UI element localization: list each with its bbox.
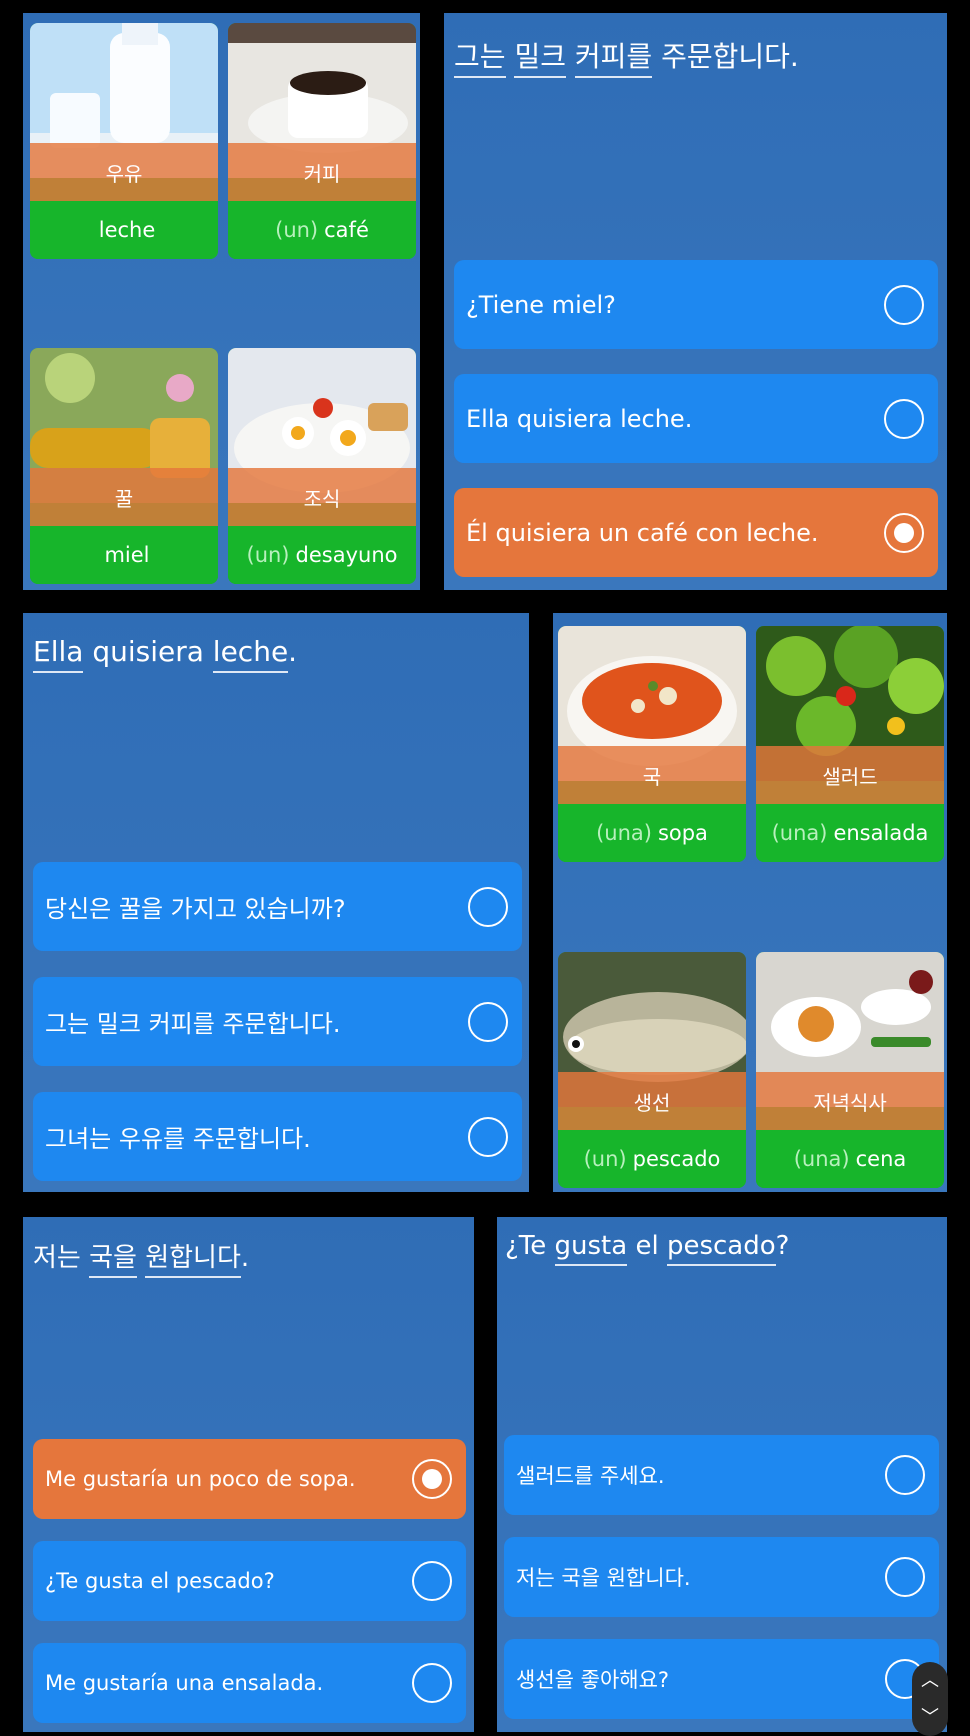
chevron-down-icon[interactable]: ﹀ [921, 1708, 939, 1727]
radio-button[interactable] [885, 1455, 925, 1495]
answer-option[interactable]: 샐러드를 주세요. [504, 1435, 939, 1515]
vocab-card-milk[interactable]: 우유 leche [30, 23, 218, 259]
answer-option-label: ¿Te gusta el pescado? [45, 1569, 275, 1593]
sentence-word[interactable]: 커피를 [574, 40, 653, 78]
radio-button[interactable] [468, 1116, 508, 1157]
quiz-panel-fish: ¿Te gusta el pescado? 샐러드를 주세요. 저는 국을 원합… [497, 1217, 947, 1732]
answer-option-label: Me gustaría un poco de sopa. [45, 1467, 356, 1491]
korean-word: 생선 [558, 1072, 746, 1130]
answer-option-label: Ella quisiera leche. [466, 404, 693, 433]
sentence-word: . [240, 1243, 250, 1273]
radio-button-checked[interactable] [412, 1459, 452, 1499]
spanish-word: leche [30, 201, 218, 259]
vocab-card-breakfast[interactable]: 조식 (un) desayuno [228, 348, 416, 584]
vocab-card-soup[interactable]: 국 (una) sopa [558, 626, 746, 862]
spanish-word: (una) ensalada [756, 804, 944, 862]
sentence-word[interactable]: 원합니다 [145, 1243, 241, 1278]
sentence-word[interactable]: leche [212, 635, 289, 673]
answer-option[interactable]: 그녀는 우유를 주문합니다. [33, 1092, 522, 1181]
answer-option[interactable]: 생선을 좋아해요? [504, 1639, 939, 1719]
vocab-card-fish[interactable]: 생선 (un) pescado [558, 952, 746, 1188]
answer-option[interactable]: ¿Tiene miel? [454, 260, 938, 349]
prompt-sentence: ¿Te gusta el pescado? [505, 1231, 790, 1266]
answer-option[interactable]: 저는 국을 원합니다. [504, 1537, 939, 1617]
radio-button[interactable] [468, 886, 508, 927]
answer-option-label: 저는 국을 원합니다. [516, 1566, 691, 1590]
korean-word: 커피 [228, 143, 416, 201]
sentence-word: ¿Te [505, 1231, 547, 1261]
sentence-word: ? [775, 1231, 790, 1261]
answer-option-label: 생선을 좋아해요? [516, 1668, 670, 1692]
chevron-up-icon[interactable]: ︿ [921, 1671, 939, 1690]
korean-word: 샐러드 [756, 746, 944, 804]
answer-option[interactable]: 당신은 꿀을 가지고 있습니까? [33, 862, 522, 951]
radio-button[interactable] [885, 1557, 925, 1597]
spanish-word: miel [30, 526, 218, 584]
prompt-sentence: Ella quisiera leche. [33, 635, 298, 673]
sentence-word: . [288, 635, 298, 668]
answer-option-label: ¿Tiene miel? [466, 290, 616, 319]
quiz-panel-soup: 저는 국을 원합니다. Me gustaría un poco de sopa.… [23, 1217, 474, 1732]
spanish-word: (un) desayuno [228, 526, 416, 584]
radio-button[interactable] [468, 1001, 508, 1042]
sentence-word[interactable]: 그는 [454, 40, 506, 78]
spanish-word: (un) pescado [558, 1130, 746, 1188]
answer-option-selected[interactable]: Me gustaría un poco de sopa. [33, 1439, 466, 1519]
korean-word: 저녁식사 [756, 1072, 944, 1130]
korean-word: 우유 [30, 143, 218, 201]
answer-option-label: Él quisiera un café con leche. [466, 518, 819, 547]
answer-option[interactable]: 그는 밀크 커피를 주문합니다. [33, 977, 522, 1066]
answer-option[interactable]: ¿Te gusta el pescado? [33, 1541, 466, 1621]
korean-word: 조식 [228, 468, 416, 526]
answer-option[interactable]: Me gustaría una ensalada. [33, 1643, 466, 1723]
vocab-panel-food: 국 (una) sopa 샐러드 (una) ensalada 생선 (un) pes… [553, 613, 947, 1192]
korean-word: 꿀 [30, 468, 218, 526]
sentence-word[interactable]: pescado [666, 1231, 776, 1266]
sentence-word: el [635, 1231, 659, 1261]
vocab-card-coffee[interactable]: 커피 (un) café [228, 23, 416, 259]
scroll-control[interactable]: ︿ ﹀ [912, 1662, 948, 1736]
sentence-word: 주문합니다. [661, 40, 799, 73]
radio-button[interactable] [412, 1561, 452, 1601]
vocab-card-salad[interactable]: 샐러드 (una) ensalada [756, 626, 944, 862]
answer-option-label: 샐러드를 주세요. [516, 1464, 665, 1488]
vocab-panel-drinks: 우유 leche 커피 (un) café 꿀 miel 조식 (un) des… [23, 13, 420, 590]
radio-button-checked[interactable] [884, 512, 924, 553]
vocab-card-honey[interactable]: 꿀 miel [30, 348, 218, 584]
prompt-sentence: 저는 국을 원합니다. [33, 1237, 250, 1278]
korean-word: 국 [558, 746, 746, 804]
sentence-word[interactable]: 국을 [89, 1243, 137, 1278]
sentence-word[interactable]: Ella [33, 635, 84, 673]
sentence-word: 저는 [33, 1243, 81, 1273]
quiz-panel-coffee: 그는 밀크 커피를 주문합니다. ¿Tiene miel? Ella quisi… [444, 13, 947, 590]
answer-option-label: 그는 밀크 커피를 주문합니다. [45, 1010, 341, 1038]
radio-button[interactable] [884, 284, 924, 325]
radio-button[interactable] [412, 1663, 452, 1703]
sentence-word: quisiera [92, 635, 204, 668]
answer-option-label: 당신은 꿀을 가지고 있습니까? [45, 895, 346, 923]
spanish-word: (un) café [228, 201, 416, 259]
sentence-word[interactable]: gusta [554, 1231, 628, 1266]
spanish-word: (una) cena [756, 1130, 944, 1188]
answer-option-label: Me gustaría una ensalada. [45, 1671, 324, 1695]
answer-option-label: 그녀는 우유를 주문합니다. [45, 1125, 311, 1153]
quiz-panel-milk: Ella quisiera leche. 당신은 꿀을 가지고 있습니까? 그는… [23, 613, 529, 1192]
spanish-word: (una) sopa [558, 804, 746, 862]
vocab-card-dinner[interactable]: 저녁식사 (una) cena [756, 952, 944, 1188]
prompt-sentence: 그는 밀크 커피를 주문합니다. [454, 35, 799, 78]
answer-option-selected[interactable]: Él quisiera un café con leche. [454, 488, 938, 577]
answer-option[interactable]: Ella quisiera leche. [454, 374, 938, 463]
sentence-word[interactable]: 밀크 [514, 40, 566, 78]
radio-button[interactable] [884, 398, 924, 439]
